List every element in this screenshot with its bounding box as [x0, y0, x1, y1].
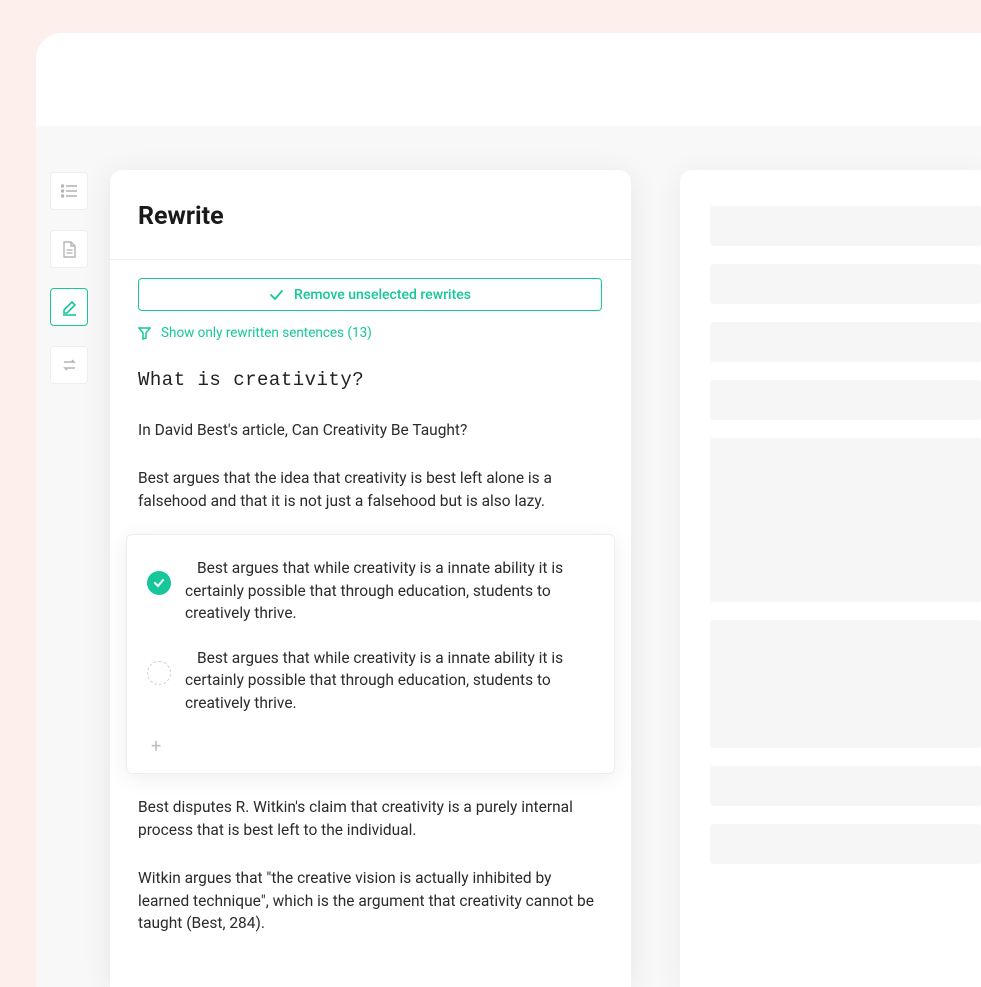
- paragraph-4: Witkin argues that "the creative vision …: [138, 867, 603, 934]
- panel-title: Rewrite: [138, 202, 603, 231]
- document-icon: [62, 241, 77, 258]
- rewrite-panel: Rewrite Remove unselected rewrites Show …: [110, 170, 631, 987]
- placeholder-block: [710, 824, 981, 864]
- sidebar: [50, 172, 88, 384]
- placeholder-block: [710, 620, 981, 748]
- show-only-toggle[interactable]: Show only rewritten sentences (13): [138, 325, 603, 341]
- placeholder-block: [710, 264, 981, 304]
- panel-actions: Remove unselected rewrites Show only rew…: [110, 260, 631, 341]
- option-radio-unselected[interactable]: [147, 661, 171, 685]
- list-icon: [61, 184, 78, 198]
- placeholder-block: [710, 438, 981, 602]
- paragraph-1: In David Best's article, Can Creativity …: [138, 419, 603, 441]
- rewrite-option[interactable]: Best argues that while creativity is a i…: [147, 647, 594, 714]
- option-text: Best argues that while creativity is a i…: [185, 557, 594, 624]
- check-icon: [269, 289, 284, 301]
- pencil-icon: [61, 299, 78, 316]
- rewrite-options-card: Best argues that while creativity is a i…: [126, 534, 615, 774]
- option-text: Best argues that while creativity is a i…: [185, 647, 594, 714]
- remove-btn-label: Remove unselected rewrites: [294, 287, 471, 303]
- question-heading: What is creativity?: [138, 369, 603, 391]
- sidebar-repeat-icon[interactable]: [50, 346, 88, 384]
- sidebar-list-icon[interactable]: [50, 172, 88, 210]
- right-preview-panel: [680, 170, 981, 987]
- rewrite-option[interactable]: Best argues that while creativity is a i…: [147, 557, 594, 624]
- panel-header: Rewrite: [110, 170, 631, 260]
- content-area: What is creativity? In David Best's arti…: [110, 341, 631, 935]
- option-radio-selected[interactable]: [147, 571, 171, 595]
- paragraph-3: Best disputes R. Witkin's claim that cre…: [138, 796, 603, 841]
- placeholder-block: [710, 380, 981, 420]
- paragraph-2: Best argues that the idea that creativit…: [138, 467, 603, 512]
- add-option-button[interactable]: +: [147, 736, 594, 761]
- placeholder-block: [710, 322, 981, 362]
- placeholder-block: [710, 206, 981, 246]
- sidebar-edit-icon[interactable]: [50, 288, 88, 326]
- remove-unselected-button[interactable]: Remove unselected rewrites: [138, 278, 602, 311]
- repeat-icon: [61, 358, 78, 372]
- show-only-label: Show only rewritten sentences (13): [161, 325, 372, 341]
- filter-icon: [138, 327, 151, 340]
- check-icon: [153, 578, 165, 588]
- sidebar-document-icon[interactable]: [50, 230, 88, 268]
- placeholder-block: [710, 766, 981, 806]
